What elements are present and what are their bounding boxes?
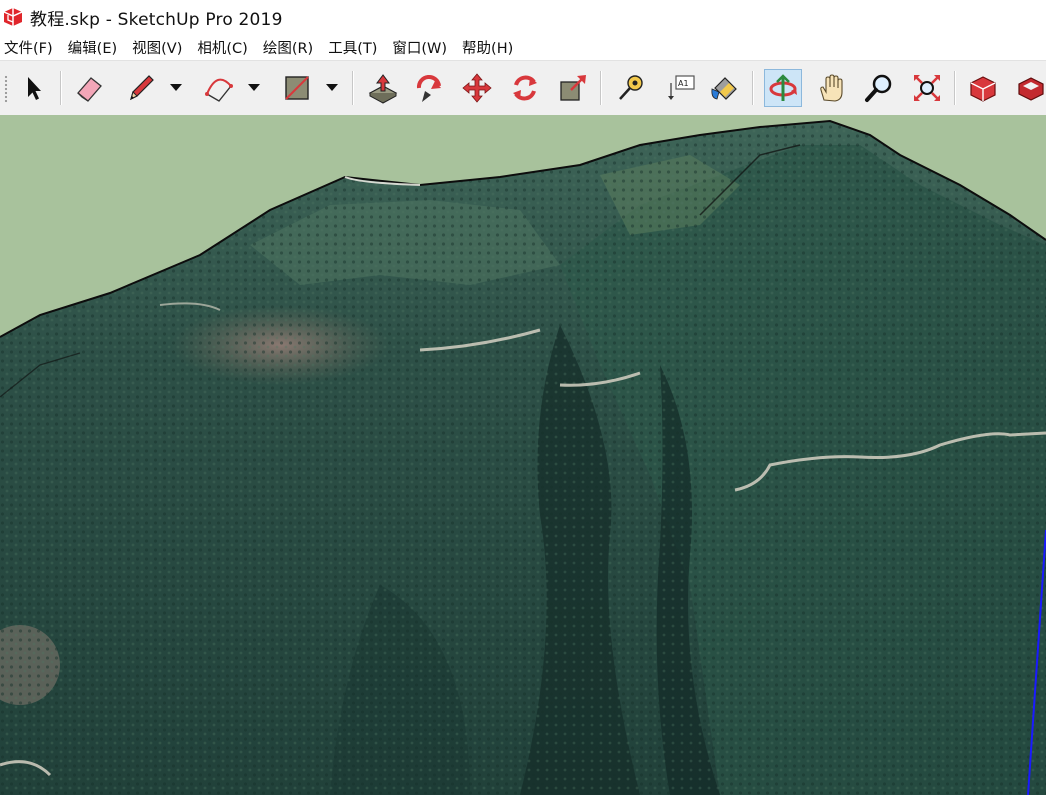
arc-icon — [205, 78, 233, 102]
push-pull-icon — [368, 74, 398, 104]
main-toolbar: A1 — [0, 60, 1046, 116]
select-tool-button[interactable] — [14, 69, 52, 107]
arc-tool-button[interactable] — [200, 69, 238, 107]
move-icon — [462, 73, 492, 103]
window-title: 教程.skp - SketchUp Pro 2019 — [30, 9, 283, 30]
push-pull-tool-button[interactable] — [364, 69, 402, 107]
dropdown-arrow-icon — [326, 84, 338, 91]
text-tool-label: A1 — [678, 79, 689, 88]
menu-draw[interactable]: 绘图(R) — [259, 37, 319, 58]
toolbar-grip[interactable] — [4, 75, 8, 103]
zoom-tool-button[interactable] — [860, 69, 898, 107]
zoom-extents-icon — [914, 75, 940, 101]
text-label-icon: A1 — [668, 75, 695, 100]
extension-warehouse-icon — [1018, 77, 1044, 101]
pencil-icon — [130, 75, 154, 101]
scale-icon — [560, 75, 586, 101]
rectangle-tool-button[interactable] — [278, 69, 316, 107]
menu-file[interactable]: 文件(F) — [0, 37, 59, 58]
zoom-extents-tool-button[interactable] — [908, 69, 946, 107]
rotate-icon — [513, 75, 537, 101]
menu-view[interactable]: 视图(V) — [128, 37, 188, 58]
line-tool-button[interactable] — [122, 69, 160, 107]
arrow-cursor-icon — [28, 77, 41, 100]
arc-tool-dropdown[interactable] — [246, 79, 262, 97]
move-tool-button[interactable] — [458, 69, 496, 107]
pan-tool-button[interactable] — [812, 69, 850, 107]
menu-bar: 文件(F) 编辑(E) 视图(V) 相机(C) 绘图(R) 工具(T) 窗口(W… — [0, 34, 1046, 60]
orbit-icon — [769, 74, 797, 101]
rectangle-icon — [285, 76, 309, 100]
dropdown-arrow-icon — [248, 84, 260, 91]
dropdown-arrow-icon — [170, 84, 182, 91]
follow-me-icon — [416, 75, 441, 102]
eraser-tool-button[interactable] — [70, 69, 108, 107]
rotate-tool-button[interactable] — [506, 69, 544, 107]
menu-window[interactable]: 窗口(W) — [388, 37, 453, 58]
tape-measure-tool-button[interactable] — [612, 69, 650, 107]
toolbar-separator — [352, 71, 354, 105]
line-tool-dropdown[interactable] — [168, 79, 184, 97]
toolbar-separator — [954, 71, 956, 105]
tape-measure-icon — [619, 75, 643, 100]
terrain-model — [0, 115, 1046, 795]
text-tool-button[interactable]: A1 — [662, 69, 700, 107]
hand-icon — [820, 74, 843, 102]
paint-bucket-icon — [711, 77, 737, 100]
rectangle-tool-dropdown[interactable] — [324, 79, 340, 97]
title-bar: 教程.skp - SketchUp Pro 2019 — [0, 0, 1046, 34]
menu-camera[interactable]: 相机(C) — [193, 37, 253, 58]
paint-bucket-tool-button[interactable] — [706, 69, 744, 107]
magnifier-icon — [865, 74, 892, 102]
3d-warehouse-button[interactable] — [964, 69, 1002, 107]
scale-tool-button[interactable] — [554, 69, 592, 107]
toolbar-separator — [60, 71, 62, 105]
follow-me-tool-button[interactable] — [410, 69, 448, 107]
menu-edit[interactable]: 编辑(E) — [64, 37, 123, 58]
extension-warehouse-button[interactable] — [1012, 69, 1046, 107]
menu-tools[interactable]: 工具(T) — [324, 37, 383, 58]
eraser-icon — [77, 77, 102, 102]
menu-help[interactable]: 帮助(H) — [458, 37, 519, 58]
3d-model-viewport[interactable] — [0, 115, 1046, 795]
warehouse-icon — [970, 76, 996, 102]
toolbar-separator — [752, 71, 754, 105]
sketchup-logo-icon — [3, 8, 23, 26]
orbit-tool-button[interactable] — [764, 69, 802, 107]
toolbar-separator — [600, 71, 602, 105]
